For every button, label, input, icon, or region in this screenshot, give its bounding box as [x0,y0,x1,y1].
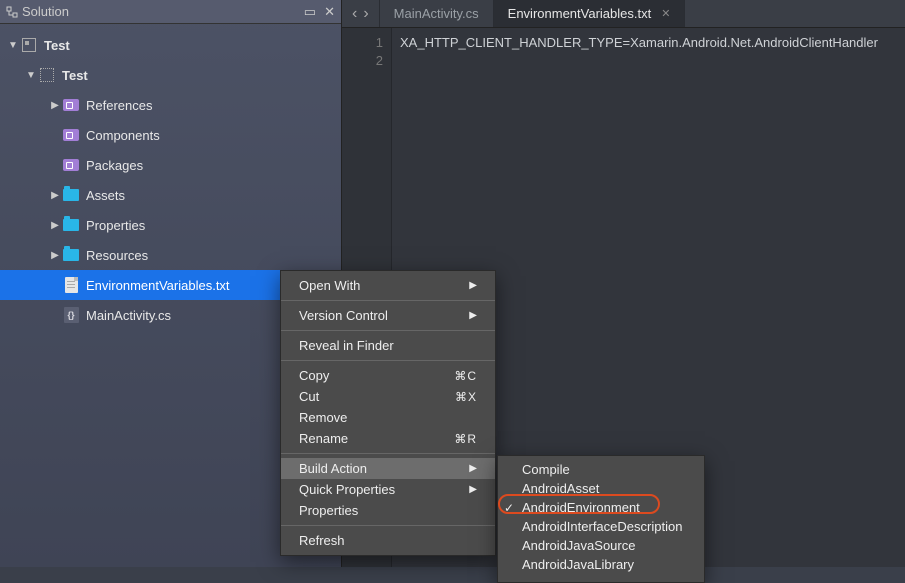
tree-item[interactable]: ▶References [0,90,341,120]
submenu-item[interactable]: AndroidInterfaceDescription [498,517,704,536]
tree-item[interactable]: Components [0,120,341,150]
menu-item[interactable]: Build Action▶ [281,458,495,479]
close-tab-icon[interactable]: ✕ [661,7,670,20]
tab-mainactivity[interactable]: MainActivity.cs [380,0,494,27]
menu-item[interactable]: Reveal in Finder [281,335,495,356]
tree-item[interactable]: ▶Assets [0,180,341,210]
submenu-item[interactable]: Compile [498,460,704,479]
build-action-submenu[interactable]: CompileAndroidAsset✓AndroidEnvironmentAn… [497,455,705,583]
submenu-item[interactable]: AndroidJavaSource [498,536,704,555]
menu-item[interactable]: Remove [281,407,495,428]
nav-forward-icon[interactable]: › [363,6,368,22]
submenu-item[interactable]: AndroidJavaLibrary [498,555,704,574]
tree-project-node[interactable]: ▼ Test [0,60,341,90]
context-menu[interactable]: Open With▶ Version Control▶ Reveal in Find… [280,270,496,556]
menu-item[interactable]: Refresh [281,530,495,551]
hierarchy-icon [6,6,18,18]
panel-minimize-icon[interactable]: ▭ [304,4,316,20]
tab-environmentvariables[interactable]: EnvironmentVariables.txt ✕ [494,0,686,27]
nav-back-icon[interactable]: ‹ [352,6,357,22]
panel-close-icon[interactable]: ✕ [324,4,335,20]
menu-item[interactable]: Open With▶ [281,275,495,296]
menu-item[interactable]: Quick Properties▶ [281,479,495,500]
menu-item[interactable]: Cut⌘X [281,386,495,407]
panel-title: Solution [22,4,69,19]
menu-item[interactable]: Rename⌘R [281,428,495,449]
tree-item[interactable]: Packages [0,150,341,180]
menu-item[interactable]: Copy⌘C [281,365,495,386]
tree-solution-node[interactable]: ▼ Test [0,30,341,60]
menu-item[interactable]: Properties [281,500,495,521]
submenu-item[interactable]: AndroidAsset [498,479,704,498]
editor-nav[interactable]: ‹ › [342,0,380,27]
submenu-item[interactable]: ✓AndroidEnvironment [498,498,704,517]
panel-header: Solution ▭ ✕ [0,0,341,24]
tree-item[interactable]: ▶Properties [0,210,341,240]
tree-item[interactable]: ▶Resources [0,240,341,270]
menu-item[interactable]: Version Control▶ [281,305,495,326]
